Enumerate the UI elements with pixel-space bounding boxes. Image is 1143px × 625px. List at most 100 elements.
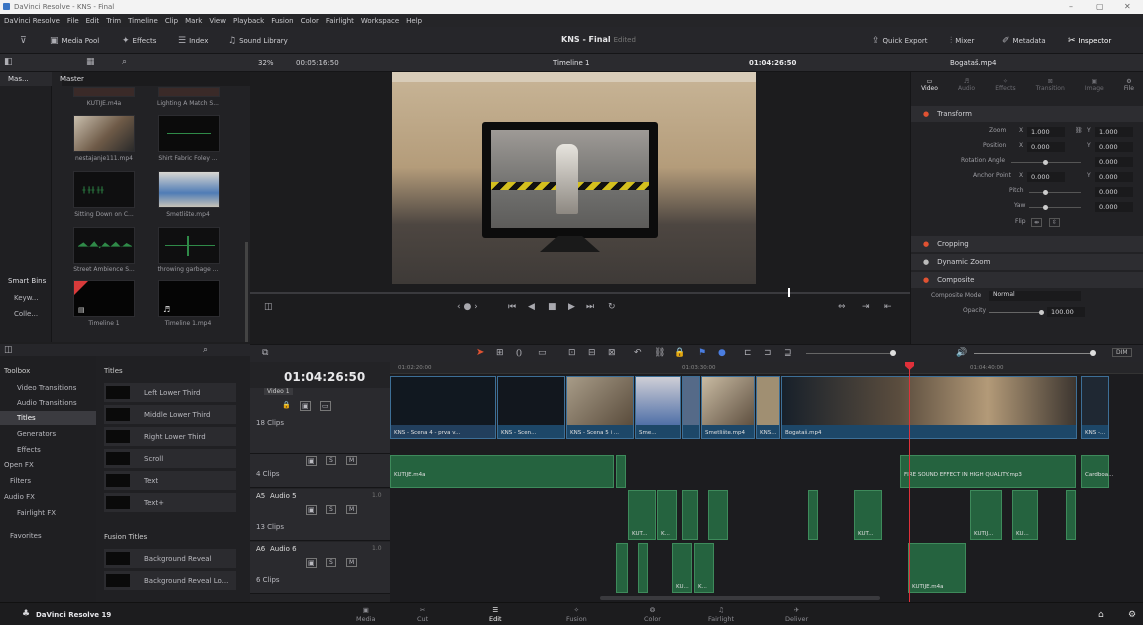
speaker-icon[interactable]: 🔊: [956, 348, 967, 358]
clip-thumbnail[interactable]: ▤: [73, 280, 135, 317]
title-item[interactable]: Text+: [104, 493, 236, 512]
audio-fx-group[interactable]: Audio FX: [4, 493, 35, 501]
audio-clip[interactable]: [708, 490, 728, 540]
mute-button[interactable]: M: [346, 558, 358, 567]
fusion-title-item[interactable]: Background Reveal Lo...: [104, 571, 236, 590]
menu-color[interactable]: Color: [301, 17, 319, 25]
position-x-field[interactable]: 0.000: [1027, 142, 1065, 152]
replace-clip-icon[interactable]: ⊠: [608, 348, 616, 358]
mixer-button[interactable]: ⫶ Mixer: [950, 36, 974, 46]
mute-button[interactable]: M: [346, 456, 358, 465]
fusion-title-item[interactable]: Background Reveal: [104, 549, 236, 568]
audio-clip[interactable]: [638, 543, 648, 593]
timeline-ruler[interactable]: 01:02:20:00 01:03:30:00 01:04:40:00: [390, 362, 1143, 374]
opacity-slider[interactable]: [989, 312, 1039, 313]
zoom-detail-icon[interactable]: ⊐: [764, 348, 772, 358]
solo-button[interactable]: S: [326, 505, 336, 514]
blade-tool-icon[interactable]: ▭: [538, 348, 547, 358]
position-y-field[interactable]: 0.000: [1095, 142, 1133, 152]
auto-select-icon[interactable]: ▣: [306, 456, 317, 466]
video-clip[interactable]: KNS - Scen...: [497, 376, 565, 439]
video-clip[interactable]: KNS -...: [1081, 376, 1109, 439]
minimize-button[interactable]: –: [1069, 2, 1073, 11]
clip-thumbnail[interactable]: ╫ ╫╫ ╫╫: [73, 171, 135, 208]
index-button[interactable]: ☰ Index: [178, 36, 208, 46]
link-icon[interactable]: ⛓: [1075, 127, 1083, 134]
tab-effects[interactable]: ✧ Effects: [995, 72, 1015, 104]
video-transitions-item[interactable]: Video Transitions: [17, 384, 76, 392]
page-color[interactable]: ❂ Color: [644, 606, 661, 623]
first-frame-icon[interactable]: ⏮: [508, 302, 516, 312]
title-item[interactable]: Right Lower Third: [104, 427, 236, 446]
tab-video[interactable]: ▭ Video: [921, 72, 938, 104]
audio-clip[interactable]: K...: [657, 490, 677, 540]
viewer-zoom[interactable]: 32%: [258, 59, 274, 67]
menu-mark[interactable]: Mark: [185, 17, 202, 25]
title-item[interactable]: Left Lower Third: [104, 383, 236, 402]
zoom-x-field[interactable]: 1.000: [1027, 127, 1065, 137]
grid-icon[interactable]: ▦: [86, 57, 95, 67]
video-clip[interactable]: KNS...: [756, 376, 780, 439]
menu-help[interactable]: Help: [406, 17, 422, 25]
maximize-button[interactable]: ▢: [1096, 2, 1104, 11]
composite-mode-dropdown[interactable]: Normal: [989, 291, 1081, 301]
match-frame-icon[interactable]: ⇔: [838, 302, 846, 312]
timeline-tracks[interactable]: 01:02:20:00 01:03:30:00 01:04:40:00 KNS …: [390, 362, 1143, 602]
menu-workspace[interactable]: Workspace: [361, 17, 399, 25]
mark-in-icon[interactable]: ⇥: [862, 302, 870, 312]
solo-button[interactable]: S: [326, 558, 336, 567]
mark-out-icon[interactable]: ⇤: [884, 302, 892, 312]
smart-bin-collections[interactable]: Colle...: [14, 310, 38, 318]
home-icon[interactable]: ⌂: [1098, 610, 1104, 620]
clip-thumbnail[interactable]: [158, 227, 220, 264]
title-item[interactable]: Middle Lower Third: [104, 405, 236, 424]
volume-slider[interactable]: [974, 353, 1092, 354]
bin-master-collapsed[interactable]: Mas...: [8, 75, 29, 83]
zoom-full-icon[interactable]: ⊏: [744, 348, 752, 358]
clip-thumbnail[interactable]: [73, 227, 135, 264]
search-icon[interactable]: ⌕: [203, 345, 208, 355]
audio-clip[interactable]: [682, 490, 698, 540]
panel-toggle-icon[interactable]: ◫: [4, 345, 13, 355]
timeline-zoom-slider[interactable]: [806, 353, 896, 354]
video-clip[interactable]: Smetlište.mp4: [701, 376, 755, 439]
pitch-field[interactable]: 0.000: [1095, 187, 1133, 197]
audio-clip[interactable]: KU...: [1012, 490, 1038, 540]
track-audio-4[interactable]: ▣ S M 4 Clips: [250, 454, 390, 488]
video-clip-selected[interactable]: Bogataš.mp4: [781, 376, 1077, 439]
smart-bin-keywords[interactable]: Keyw...: [14, 294, 38, 302]
position-lock-icon[interactable]: 🔒: [674, 348, 685, 358]
clip-thumbnail[interactable]: [158, 115, 220, 152]
audio-transitions-item[interactable]: Audio Transitions: [17, 399, 77, 407]
audio-clip[interactable]: [616, 455, 626, 488]
track-audio-6[interactable]: A6 Audio 6 1.0 ▣ S M 6 Clips: [250, 542, 390, 594]
audio-clip[interactable]: KUT...: [854, 490, 882, 540]
snapping-icon[interactable]: ↶: [634, 348, 642, 358]
page-fusion[interactable]: ✧ Fusion: [566, 606, 587, 623]
cropping-section[interactable]: ● Cropping: [911, 236, 1143, 252]
effects-button[interactable]: ✦ Effects: [122, 36, 156, 46]
menu-fairlight[interactable]: Fairlight: [326, 17, 354, 25]
generators-item[interactable]: Generators: [17, 430, 56, 438]
pin-icon[interactable]: ⊽: [20, 36, 27, 46]
enabled-dot-icon[interactable]: ●: [923, 276, 929, 284]
menu-playback[interactable]: Playback: [233, 17, 264, 25]
menu-trim[interactable]: Trim: [106, 17, 121, 25]
menu-edit[interactable]: Edit: [86, 17, 100, 25]
auto-select-icon[interactable]: ▣: [306, 558, 317, 568]
tab-transition[interactable]: ⊠ Transition: [1036, 72, 1065, 104]
page-cut[interactable]: ✂ Cut: [417, 606, 428, 623]
transform-section[interactable]: ● Transform: [911, 106, 1143, 122]
video-clip[interactable]: KNS - Scena 4 - prva v...: [390, 376, 496, 439]
video-clip[interactable]: [682, 376, 700, 439]
composite-section[interactable]: ● Composite: [911, 272, 1143, 288]
audio-clip[interactable]: K...: [694, 543, 714, 593]
clip-thumbnail[interactable]: [73, 87, 135, 97]
page-deliver[interactable]: ✈ Deliver: [785, 606, 808, 623]
audio-clip[interactable]: KUTIJ...: [970, 490, 1002, 540]
last-frame-icon[interactable]: ⏭: [586, 302, 594, 312]
menu-file[interactable]: File: [67, 17, 79, 25]
flag-icon[interactable]: ⚑: [698, 348, 706, 358]
menu-clip[interactable]: Clip: [165, 17, 178, 25]
title-item[interactable]: Text: [104, 471, 236, 490]
